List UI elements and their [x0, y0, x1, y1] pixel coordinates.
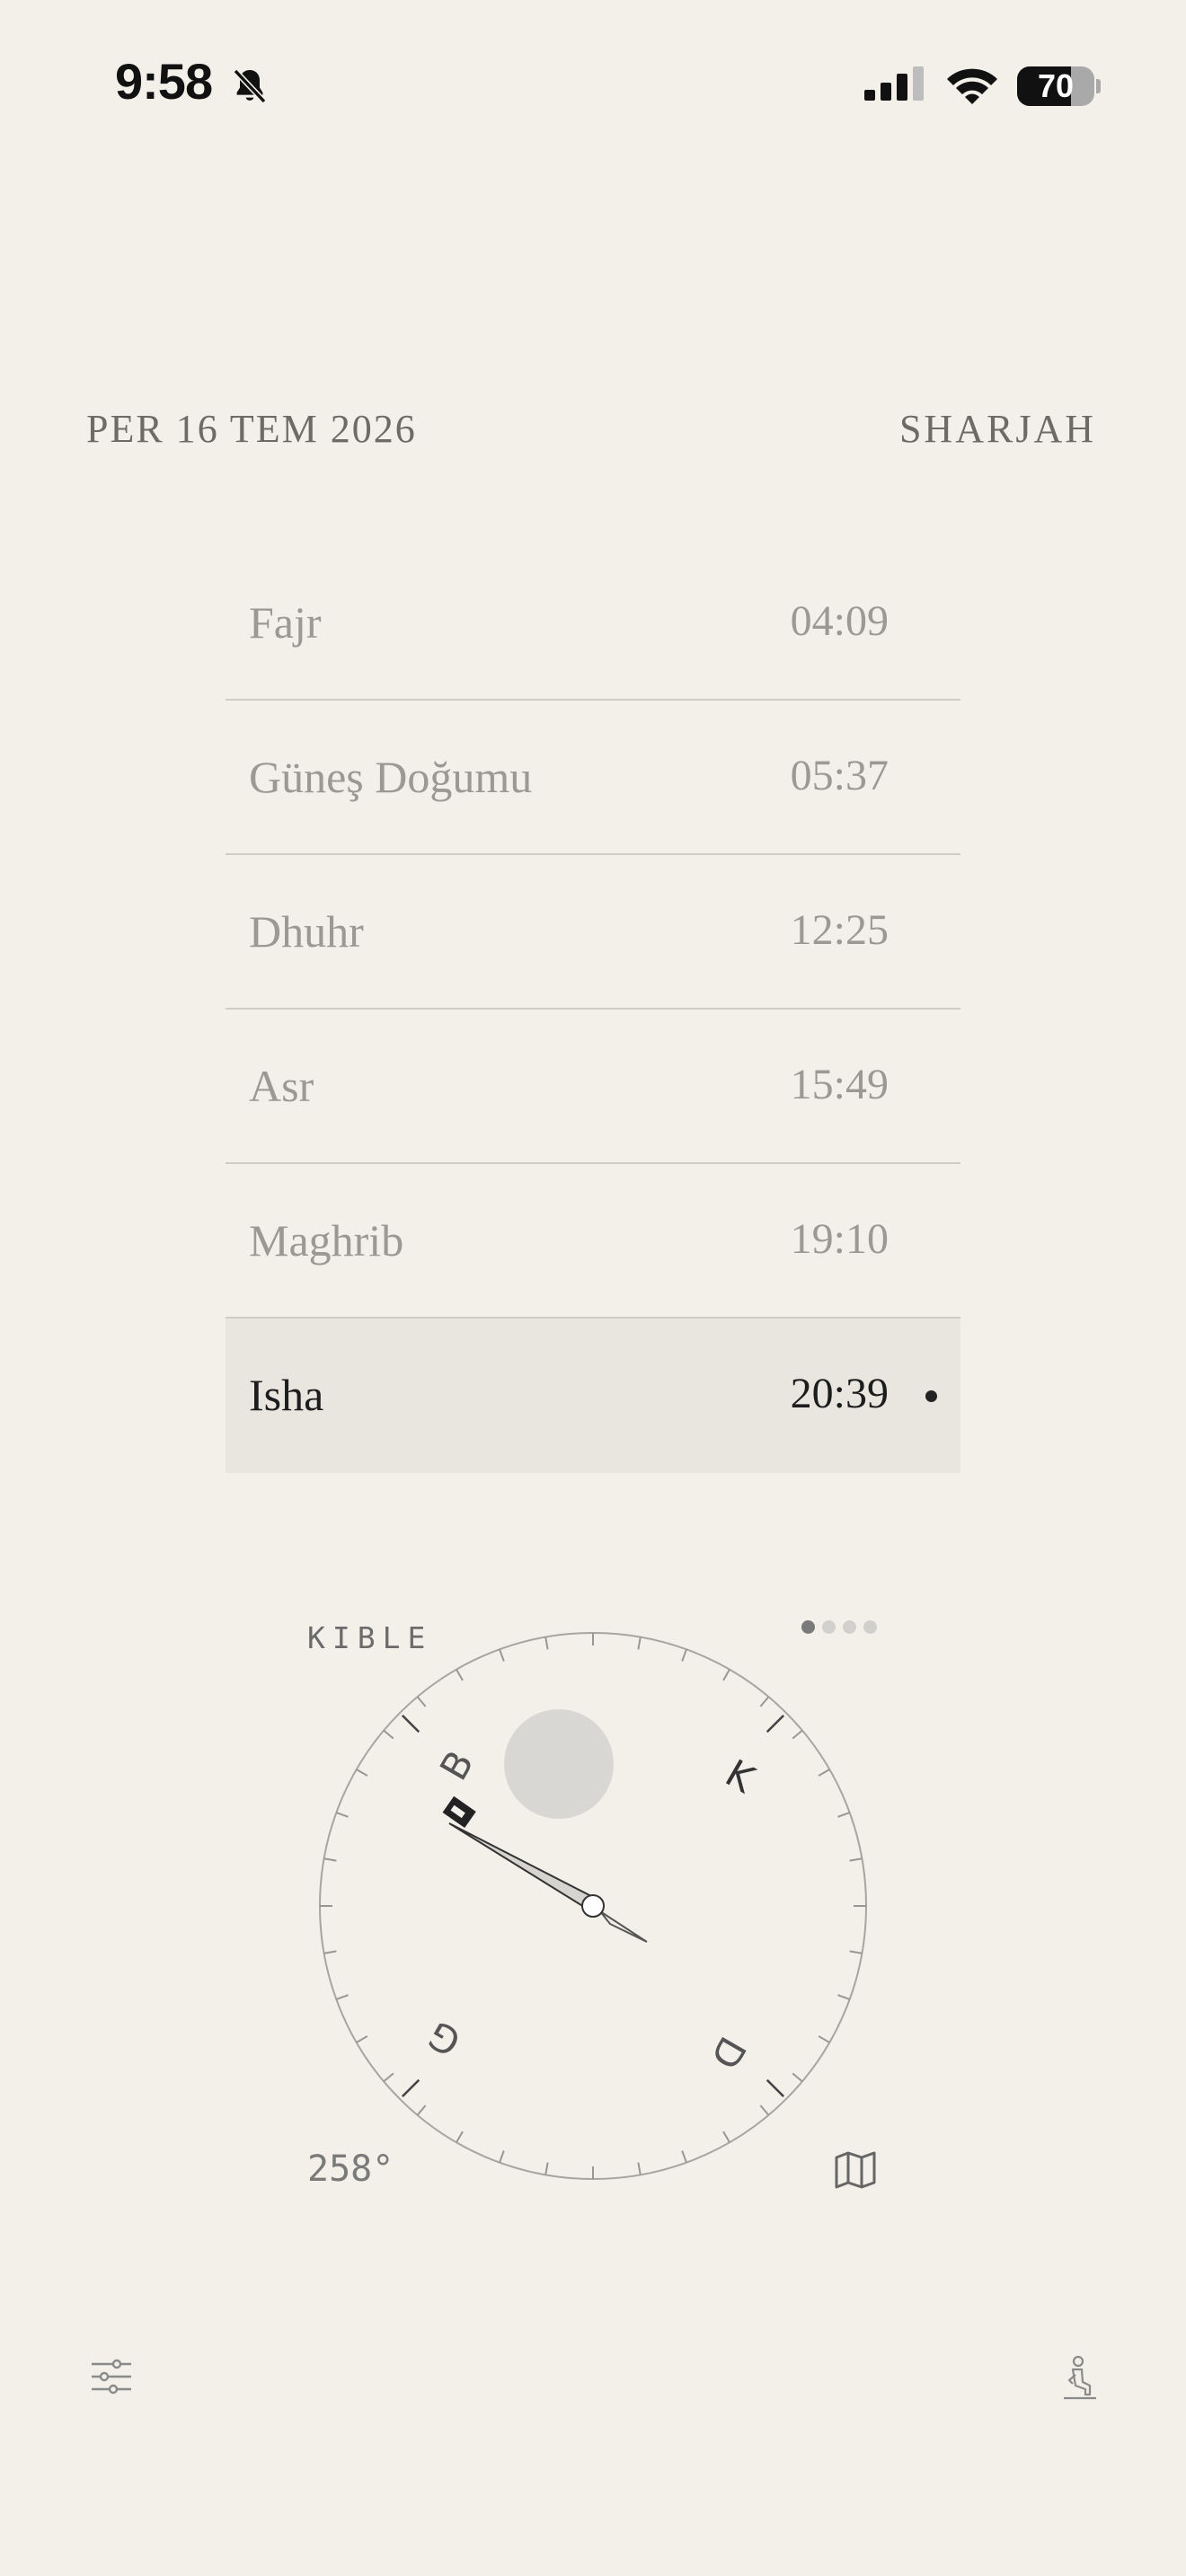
prayer-row-asr[interactable]: Asr 15:49	[226, 1010, 960, 1164]
prayer-name: Maghrib	[249, 1215, 404, 1266]
battery-level: 70	[1037, 67, 1075, 104]
compass-tick	[759, 1696, 770, 1707]
city-label[interactable]: SHARJAH	[899, 406, 1096, 452]
direction-north: K	[718, 1751, 763, 1802]
prayer-person-icon[interactable]	[1060, 2355, 1100, 2406]
prayer-name: Dhuhr	[249, 906, 364, 957]
compass-tick	[456, 2130, 464, 2143]
compass-tick	[356, 1769, 368, 1777]
wifi-icon	[943, 65, 1001, 112]
compass-tick	[637, 1636, 642, 1650]
compass-tick	[792, 1729, 803, 1740]
compass-tick	[681, 2150, 687, 2164]
direction-east: D	[702, 2029, 755, 2077]
prayer-time: 04:09	[790, 597, 889, 645]
compass-tick	[722, 1669, 730, 1681]
compass-tick	[544, 2162, 549, 2175]
compass-tick	[837, 1994, 851, 2000]
prayer-name: Isha	[249, 1370, 324, 1420]
compass-tick	[335, 1812, 349, 1818]
compass-dial: B K G D	[319, 1632, 867, 2180]
compass-major-tick	[766, 1714, 785, 1734]
compass-tick	[818, 1769, 830, 1777]
bell-slash-icon	[228, 65, 271, 112]
compass-tick	[323, 1950, 337, 1954]
prayer-row-dhuhr[interactable]: Dhuhr 12:25	[226, 855, 960, 1010]
qibla-label: KIBLE	[307, 1620, 433, 1655]
status-time: 9:58	[115, 53, 213, 110]
compass-tick	[499, 2150, 505, 2164]
date-label: PER 16 TEM 2026	[86, 407, 417, 451]
prayer-row-isha[interactable]: Isha 20:39	[226, 1319, 960, 1473]
compass-tick	[849, 1857, 863, 1862]
page-dot	[822, 1620, 836, 1634]
compass-major-tick	[401, 1714, 420, 1734]
qibla-needle	[448, 1822, 593, 1909]
compass-tick	[416, 1696, 427, 1707]
compass-tick	[335, 1994, 349, 2000]
prayer-name: Güneş Doğumu	[249, 752, 533, 802]
compass-tick	[849, 1950, 863, 1954]
prayer-time: 20:39	[790, 1370, 889, 1417]
compass-tick	[837, 1812, 851, 1818]
compass-tick	[499, 1648, 505, 1662]
qibla-compass[interactable]: B K G D	[314, 1628, 872, 2189]
compass-tick	[818, 2035, 830, 2043]
cellular-signal-icon	[864, 66, 927, 114]
compass-major-tick	[766, 2078, 785, 2098]
compass-tick	[416, 2104, 427, 2116]
prayer-time: 19:10	[790, 1215, 889, 1263]
needle-tail	[599, 1910, 648, 1943]
page-dot	[801, 1620, 815, 1634]
compass-tick	[681, 1648, 687, 1662]
prayer-name: Asr	[249, 1061, 314, 1111]
kaaba-icon	[442, 1795, 476, 1829]
compass-tick	[456, 1669, 464, 1681]
qibla-degree: 258°	[307, 2148, 394, 2190]
battery-icon: 70	[1017, 66, 1101, 106]
page-dot	[843, 1620, 856, 1634]
qibla-target-circle	[504, 1709, 614, 1819]
compass-tick	[792, 2072, 803, 2083]
prayer-time: 12:25	[790, 906, 889, 954]
prayer-row-maghrib[interactable]: Maghrib 19:10	[226, 1164, 960, 1319]
compass-tick	[383, 2072, 394, 2083]
compass-tick	[759, 2104, 770, 2116]
compass-tick	[637, 2162, 642, 2175]
page-dot	[863, 1620, 877, 1634]
compass-tick	[383, 1729, 394, 1740]
compass-tick	[722, 2130, 730, 2143]
prayer-time: 05:37	[790, 752, 889, 799]
prayer-row-sunrise[interactable]: Güneş Doğumu 05:37	[226, 701, 960, 855]
direction-west: B	[431, 1743, 482, 1787]
prayer-time: 15:49	[790, 1061, 889, 1108]
compass-tick	[323, 1857, 337, 1862]
current-prayer-dot	[925, 1390, 937, 1402]
compass-tick	[544, 1636, 549, 1650]
settings-sliders-icon[interactable]	[90, 2359, 133, 2399]
prayer-row-fajr[interactable]: Fajr 04:09	[226, 546, 960, 701]
direction-south: G	[420, 2012, 468, 2065]
prayer-name: Fajr	[249, 597, 322, 648]
compass-major-tick	[401, 2078, 420, 2098]
map-icon[interactable]	[834, 2150, 877, 2194]
needle-pivot	[581, 1894, 605, 1918]
compass-tick	[356, 2035, 368, 2043]
prayer-list: Fajr 04:09 Güneş Doğumu 05:37 Dhuhr 12:2…	[226, 546, 960, 1473]
